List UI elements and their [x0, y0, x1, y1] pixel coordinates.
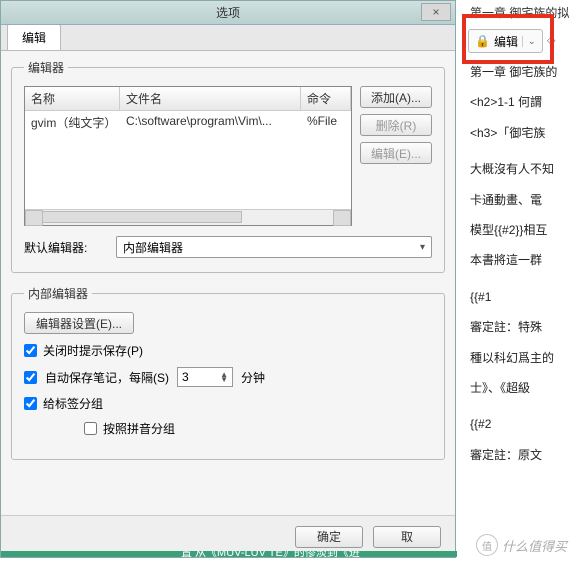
table-row[interactable]: gvim（纯文字） C:\software\program\Vim\... %F…	[25, 111, 351, 134]
col-cmd[interactable]: 命令	[301, 87, 351, 110]
doc-top-line: 第一章 御宅族的拟	[462, 0, 571, 26]
dialog-title: 选项	[216, 4, 240, 21]
editor-table[interactable]: 名称 文件名 命令 gvim（纯文字） C:\software\program\…	[24, 86, 352, 226]
titlebar[interactable]: 选项 ×	[1, 1, 455, 25]
cancel-button[interactable]: 取	[373, 526, 441, 548]
doc-line: 種以科幻爲主的	[470, 348, 563, 368]
add-button[interactable]: 添加(A)...	[360, 86, 432, 108]
watermark: 值 什么值得买	[476, 534, 567, 556]
doc-line: 審定註：原文	[470, 445, 563, 465]
background-strip-text: 置 从《MUV-LUV TE》的惨淡到《进	[181, 551, 360, 557]
default-editor-select[interactable]: 内部编辑器 ▾	[116, 236, 432, 258]
autosave-interval-spinner[interactable]: 3 ▲▼	[177, 367, 233, 387]
default-editor-label: 默认编辑器:	[24, 239, 104, 256]
internal-editor-group: 内部编辑器 编辑器设置(E)... 关闭时提示保存(P) 自动保存笔记，每隔(S…	[11, 285, 445, 460]
doc-line: 大概沒有人不知	[470, 159, 563, 179]
group-tags-checkbox[interactable]	[24, 397, 37, 410]
close-icon[interactable]: ×	[421, 3, 451, 21]
prompt-save-checkbox[interactable]	[24, 344, 37, 357]
editor-settings-button[interactable]: 编辑器设置(E)...	[24, 312, 134, 334]
autosave-checkbox[interactable]	[24, 371, 37, 384]
doc-line: 士》、《超級	[470, 378, 563, 398]
lock-icon: 🔒	[475, 34, 490, 48]
doc-line: 第一章 御宅族的	[470, 62, 563, 82]
ok-button[interactable]: 确定	[295, 526, 363, 548]
doc-line: 本書將這一群	[470, 250, 563, 270]
doc-line: {{#2	[470, 414, 563, 434]
doc-line: <h2>1-1 何謂	[470, 92, 563, 112]
bookmark-icon[interactable]: ⟐	[547, 34, 556, 49]
delete-button[interactable]: 删除(R)	[360, 114, 432, 136]
editor-group: 编辑器 名称 文件名 命令 gvim（纯文字） C:\software\prog…	[11, 59, 445, 273]
editor-legend: 编辑器	[24, 59, 68, 76]
col-file[interactable]: 文件名	[120, 87, 301, 110]
doc-line: 模型{{#2}}相互	[470, 220, 563, 240]
document-pane: 第一章 御宅族的拟 🔒 编辑 ⌄ ⟐ 第一章 御宅族的 <h2>1-1 何謂 <h3…	[458, 0, 575, 564]
pinyin-group-checkbox[interactable]	[84, 422, 97, 435]
doc-line: <h3>「御宅族	[470, 123, 563, 143]
doc-line: 審定註：特殊	[470, 317, 563, 337]
chevron-down-icon: ⌄	[522, 36, 536, 47]
horizontal-scrollbar[interactable]	[25, 209, 351, 225]
chevron-down-icon: ▾	[420, 242, 425, 253]
tab-bar: 编辑	[1, 25, 455, 51]
edit-dropdown-button[interactable]: 🔒 编辑 ⌄	[468, 29, 543, 53]
watermark-logo-icon: 值	[476, 534, 498, 556]
options-dialog: 选项 × 编辑 编辑器 名称 文件名 命令 gvim（纯文字） C:\softw…	[0, 0, 456, 558]
edit-button[interactable]: 编辑(E)...	[360, 142, 432, 164]
col-name[interactable]: 名称	[25, 87, 120, 110]
tab-edit[interactable]: 编辑	[7, 24, 61, 50]
doc-line: 卡通動畫、電	[470, 190, 563, 210]
internal-editor-legend: 内部编辑器	[24, 285, 92, 302]
doc-line: {{#1	[470, 287, 563, 307]
